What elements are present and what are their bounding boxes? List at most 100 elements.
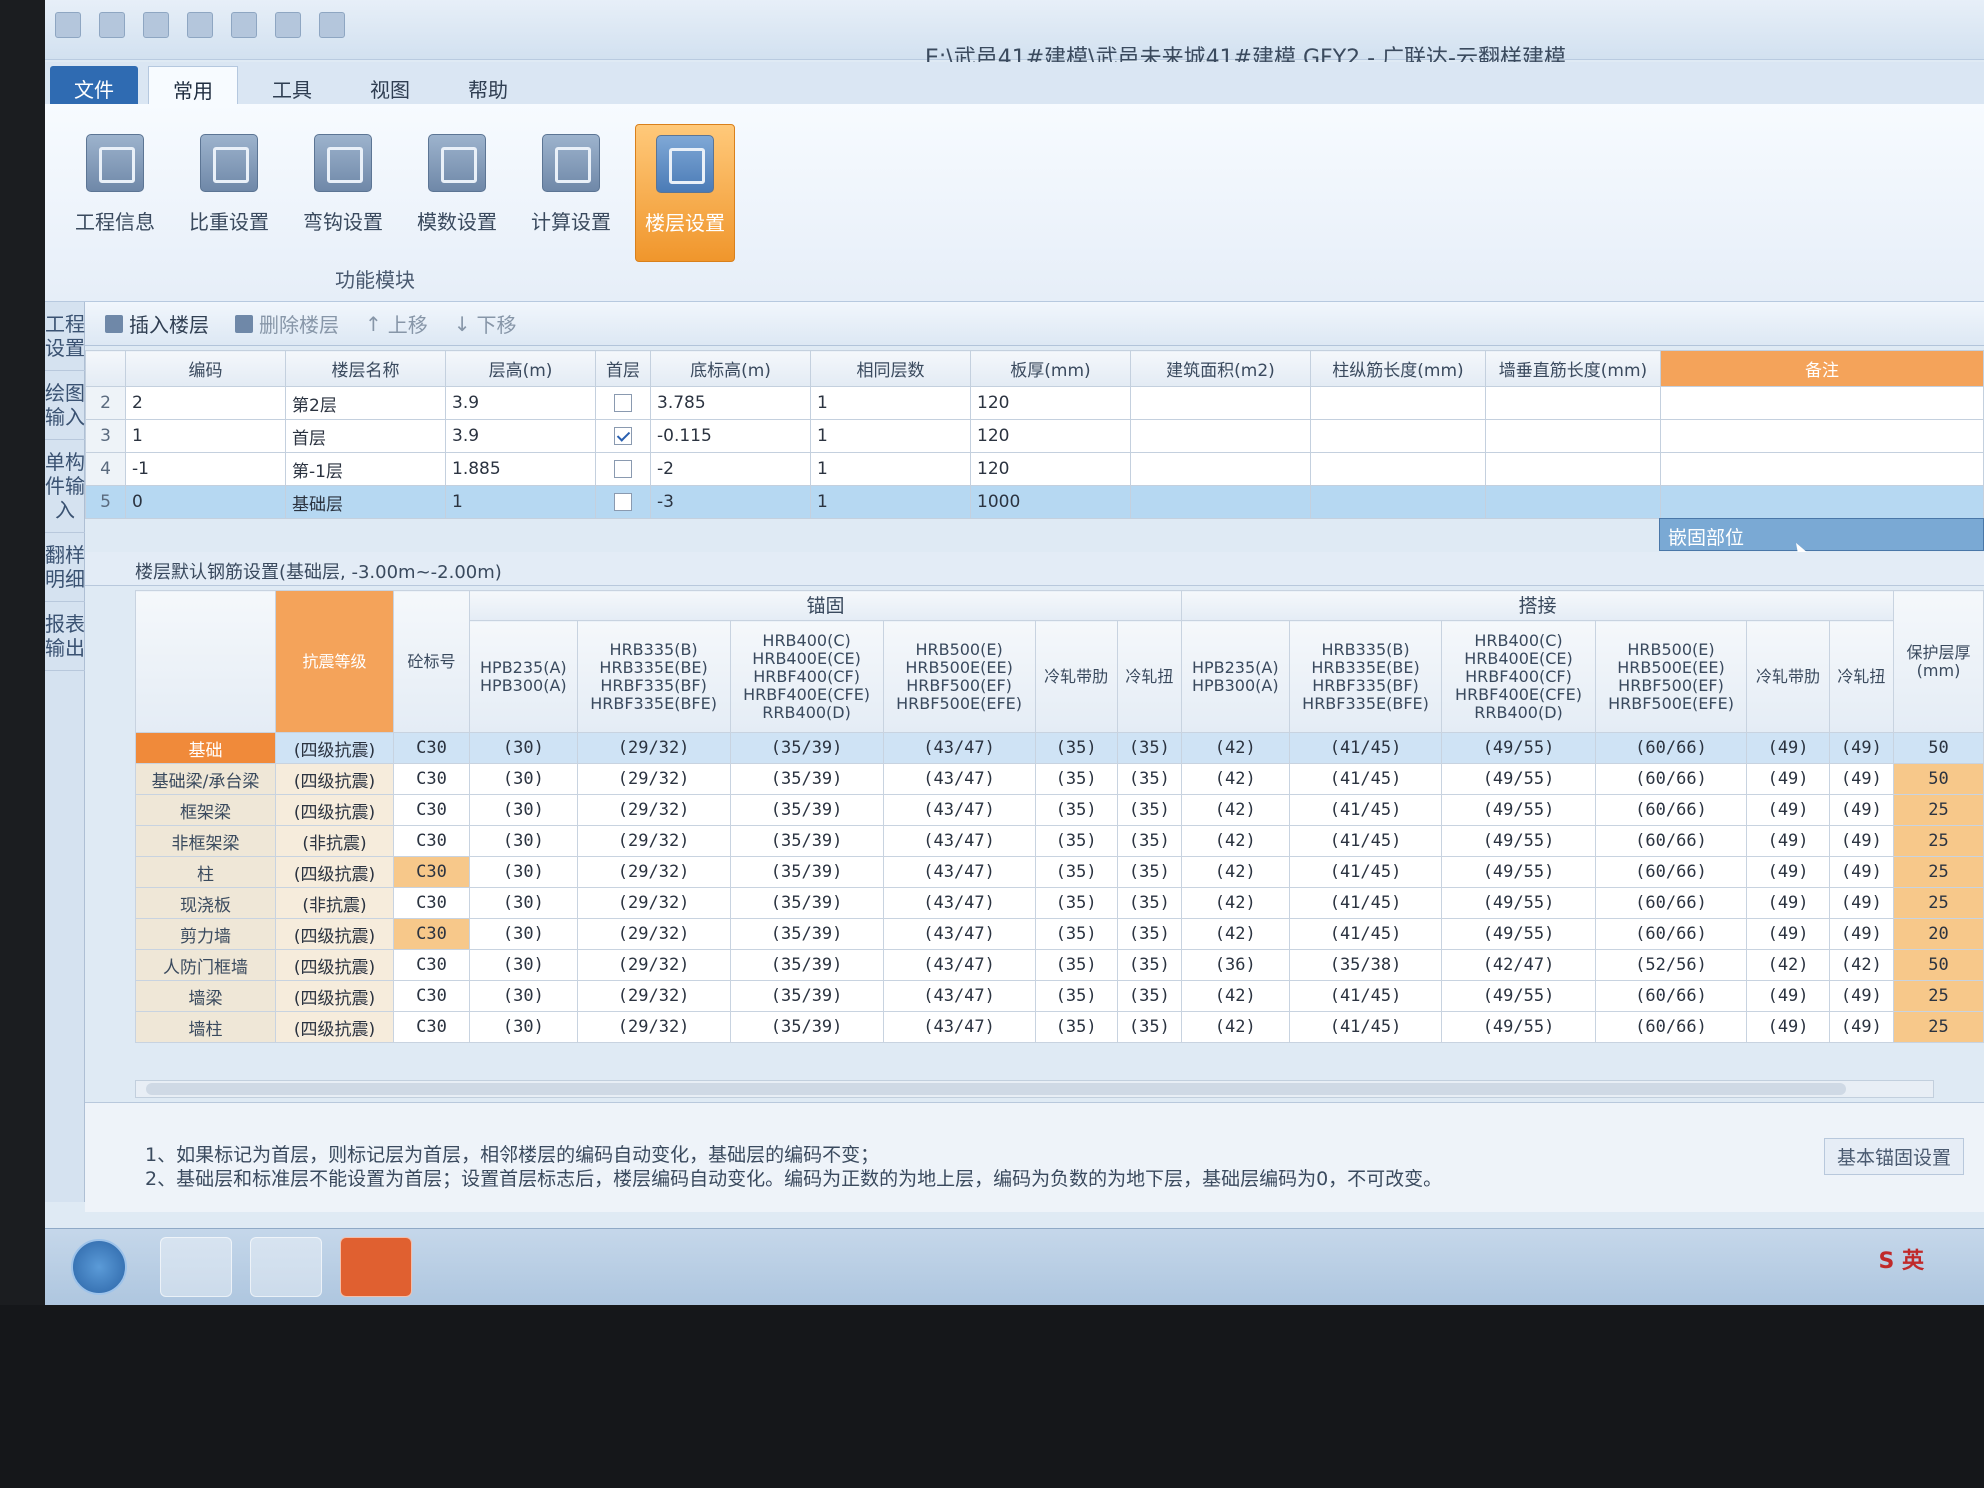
undo-icon[interactable]: [231, 12, 257, 38]
anchor-cell[interactable]: (30): [469, 980, 578, 1012]
anchor-cell[interactable]: (35): [1116, 949, 1182, 981]
lap-cell[interactable]: (49): [1828, 763, 1895, 795]
anchor-cell[interactable]: (29/32): [576, 825, 731, 857]
anchor-cell[interactable]: (35): [1034, 794, 1118, 826]
base-anchor-settings-button[interactable]: 基本锚固设置: [1823, 1138, 1964, 1175]
delete-floor-button[interactable]: 删除楼层: [235, 309, 339, 338]
table-row[interactable]: 墙梁 (四级抗震) C30 (30) (29/32) (35/39) (43/47) (35)…: [135, 980, 1984, 1012]
lap-cell[interactable]: (49/55): [1441, 856, 1596, 888]
sidebar-item-drawing-input[interactable]: 绘图输入: [45, 371, 85, 440]
anchor-cell[interactable]: (35): [1116, 980, 1182, 1012]
anchor-cell[interactable]: (43/47): [882, 1011, 1036, 1043]
anchor-cell[interactable]: (35/39): [729, 949, 884, 981]
concrete-cell[interactable]: C30: [393, 887, 470, 919]
table-row-selected[interactable]: 基础 (四级抗震) C30 (30) (29/32) (35/39) (43/47) (35)…: [135, 732, 1984, 764]
anchor-cell[interactable]: (43/47): [882, 949, 1036, 981]
anchor-cell[interactable]: (35): [1116, 763, 1182, 795]
lap-cell[interactable]: (49): [1746, 887, 1830, 919]
lap-cell[interactable]: (49): [1828, 887, 1895, 919]
calc-settings-button[interactable]: 计算设置: [521, 124, 621, 262]
table-row[interactable]: 3 1 首层 3.9 -0.115 1 120: [85, 419, 1984, 453]
concrete-cell[interactable]: C30: [393, 918, 470, 950]
seismic-cell[interactable]: (四级抗震): [275, 794, 394, 826]
lap-cell[interactable]: (49): [1828, 856, 1895, 888]
density-settings-button[interactable]: 比重设置: [179, 124, 279, 262]
anchor-cell[interactable]: (30): [469, 794, 578, 826]
row-label[interactable]: 基础梁/承台梁: [135, 763, 276, 795]
lap-cell[interactable]: (49/55): [1441, 1011, 1596, 1043]
anchor-cell[interactable]: (43/47): [882, 825, 1036, 857]
lap-cell[interactable]: (49): [1746, 980, 1830, 1012]
lap-cell[interactable]: (41/45): [1288, 1011, 1443, 1043]
lap-cell[interactable]: (49/55): [1441, 794, 1596, 826]
first-floor-checkbox[interactable]: [614, 394, 632, 412]
lap-cell[interactable]: (60/66): [1594, 980, 1748, 1012]
move-down-button[interactable]: ↓ 下移: [454, 309, 517, 338]
anchor-cell[interactable]: (29/32): [576, 732, 731, 764]
cover-cell[interactable]: 50: [1893, 732, 1984, 764]
tab-file[interactable]: 文件: [50, 66, 138, 104]
table-row-selected[interactable]: 5 0 基础层 1 -3 1 1000: [85, 485, 1984, 519]
lap-cell[interactable]: (42): [1180, 732, 1290, 764]
anchor-cell[interactable]: (35): [1034, 825, 1118, 857]
lap-cell[interactable]: (41/45): [1288, 918, 1443, 950]
lap-cell[interactable]: (49): [1746, 856, 1830, 888]
seismic-cell[interactable]: (四级抗震): [275, 949, 394, 981]
lap-cell[interactable]: (49): [1746, 794, 1830, 826]
lap-cell[interactable]: (42): [1180, 763, 1290, 795]
anchor-cell[interactable]: (29/32): [576, 887, 731, 919]
anchor-cell[interactable]: (43/47): [882, 918, 1036, 950]
seismic-cell[interactable]: (非抗震): [275, 825, 394, 857]
cover-cell[interactable]: 25: [1893, 856, 1984, 888]
anchor-cell[interactable]: (43/47): [882, 732, 1036, 764]
lap-cell[interactable]: (49/55): [1441, 887, 1596, 919]
sidebar-item-project-settings[interactable]: 工程设置: [45, 302, 85, 371]
lap-cell[interactable]: (60/66): [1594, 887, 1748, 919]
row-label[interactable]: 框架梁: [135, 794, 276, 826]
lap-cell[interactable]: (41/45): [1288, 980, 1443, 1012]
anchor-cell[interactable]: (35/39): [729, 887, 884, 919]
anchor-cell[interactable]: (35/39): [729, 732, 884, 764]
lap-cell[interactable]: (49): [1746, 1011, 1830, 1043]
anchor-cell[interactable]: (35): [1034, 949, 1118, 981]
cover-cell[interactable]: 50: [1893, 949, 1984, 981]
concrete-cell[interactable]: C30: [393, 763, 470, 795]
anchor-cell[interactable]: (35/39): [729, 825, 884, 857]
lap-cell[interactable]: (60/66): [1594, 1011, 1748, 1043]
start-button-icon[interactable]: [71, 1239, 127, 1295]
taskbar-app-3-icon[interactable]: [340, 1237, 412, 1297]
horizontal-scrollbar[interactable]: [135, 1080, 1934, 1098]
seismic-cell[interactable]: (四级抗震): [275, 732, 394, 764]
table-row[interactable]: 现浇板 (非抗震) C30 (30) (29/32) (35/39) (43/47) (35)…: [135, 887, 1984, 919]
anchor-cell[interactable]: (35/39): [729, 980, 884, 1012]
lap-cell[interactable]: (41/45): [1288, 794, 1443, 826]
anchor-cell[interactable]: (35): [1034, 918, 1118, 950]
row-label[interactable]: 墙柱: [135, 1011, 276, 1043]
hook-settings-button[interactable]: 弯钩设置: [293, 124, 393, 262]
lap-cell[interactable]: (49): [1828, 794, 1895, 826]
table-row[interactable]: 墙柱 (四级抗震) C30 (30) (29/32) (35/39) (43/47) (35)…: [135, 1011, 1984, 1043]
table-row[interactable]: 剪力墙 (四级抗震) C30 (30) (29/32) (35/39) (43/47) (35…: [135, 918, 1984, 950]
anchor-cell[interactable]: (29/32): [576, 980, 731, 1012]
anchor-cell[interactable]: (35/39): [729, 763, 884, 795]
lap-cell[interactable]: (49): [1746, 732, 1830, 764]
seismic-cell[interactable]: (四级抗震): [275, 980, 394, 1012]
new-file-icon[interactable]: [99, 12, 125, 38]
lap-cell[interactable]: (49): [1746, 918, 1830, 950]
lap-cell[interactable]: (35/38): [1288, 949, 1443, 981]
customize-icon[interactable]: [319, 12, 345, 38]
lap-cell[interactable]: (49/55): [1441, 825, 1596, 857]
table-row[interactable]: 人防门框墙 (四级抗震) C30 (30) (29/32) (35/39) (43/47)(…: [135, 949, 1984, 981]
note-dropdown-value[interactable]: 嵌固部位: [1659, 518, 1984, 551]
cover-cell[interactable]: 25: [1893, 825, 1984, 857]
first-floor-checkbox[interactable]: [614, 460, 632, 478]
anchor-cell[interactable]: (35/39): [729, 856, 884, 888]
cover-cell[interactable]: 50: [1893, 763, 1984, 795]
anchor-cell[interactable]: (29/32): [576, 918, 731, 950]
anchor-cell[interactable]: (35): [1116, 856, 1182, 888]
anchor-cell[interactable]: (29/32): [576, 949, 731, 981]
lap-cell[interactable]: (42/47): [1441, 949, 1596, 981]
cover-cell[interactable]: 25: [1893, 980, 1984, 1012]
move-up-button[interactable]: ↑ 上移: [365, 309, 428, 338]
anchor-cell[interactable]: (30): [469, 763, 578, 795]
